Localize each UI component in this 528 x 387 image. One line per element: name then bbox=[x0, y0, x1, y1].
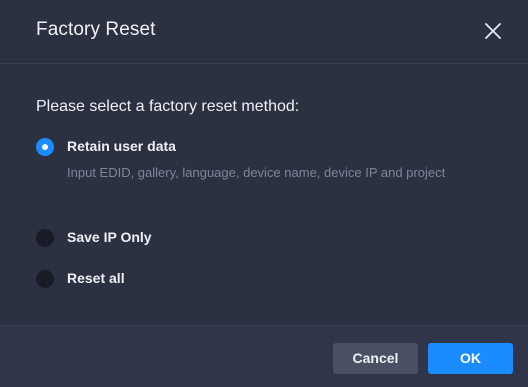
radio-retain-user-data[interactable] bbox=[36, 138, 54, 156]
ok-button[interactable]: OK bbox=[428, 343, 513, 374]
close-icon[interactable] bbox=[484, 22, 502, 40]
reset-method-prompt: Please select a factory reset method: bbox=[36, 98, 300, 115]
option-label: Reset all bbox=[67, 270, 125, 286]
dialog-title: Factory Reset bbox=[36, 19, 156, 40]
option-label: Retain user data bbox=[67, 138, 176, 154]
dialog-header: Factory Reset bbox=[0, 0, 528, 64]
factory-reset-dialog: Factory Reset Please select a factory re… bbox=[0, 0, 528, 387]
dialog-body: Please select a factory reset method: Re… bbox=[0, 64, 528, 325]
option-description: Input EDID, gallery, language, device na… bbox=[67, 165, 446, 180]
cancel-button[interactable]: Cancel bbox=[333, 343, 418, 374]
radio-reset-all[interactable] bbox=[36, 270, 54, 288]
radio-save-ip-only[interactable] bbox=[36, 229, 54, 247]
option-label: Save IP Only bbox=[67, 229, 152, 245]
dialog-footer: Cancel OK bbox=[0, 325, 528, 387]
